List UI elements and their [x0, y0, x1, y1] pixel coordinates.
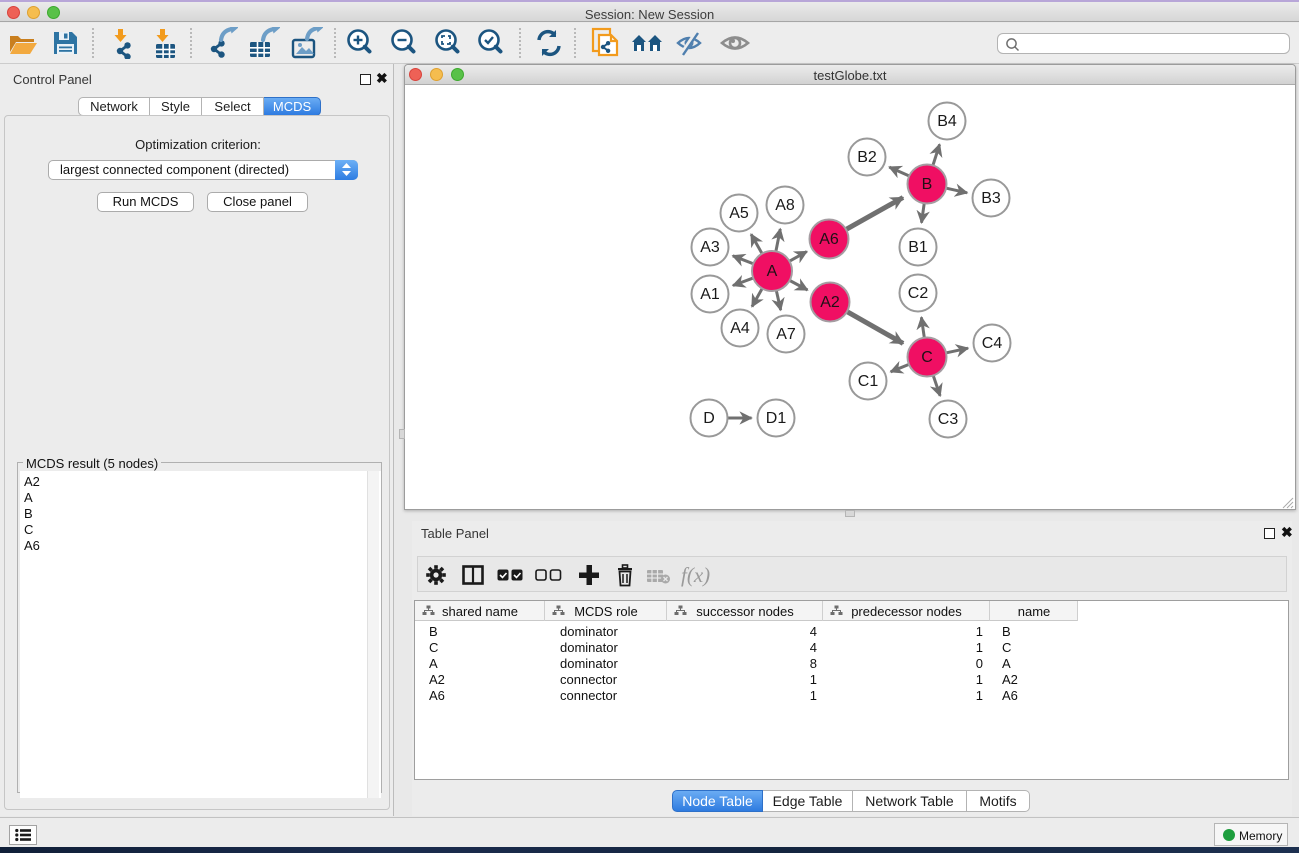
svg-text:A4: A4 [730, 320, 750, 337]
svg-text:B4: B4 [937, 113, 957, 130]
svg-text:B1: B1 [908, 239, 928, 256]
svg-text:B2: B2 [857, 149, 877, 166]
svg-text:C1: C1 [858, 373, 879, 390]
svg-text:A6: A6 [819, 231, 839, 248]
svg-text:A3: A3 [700, 239, 720, 256]
svg-text:C: C [921, 349, 933, 366]
svg-text:D1: D1 [766, 410, 787, 427]
svg-text:A2: A2 [820, 294, 840, 311]
svg-text:A8: A8 [775, 197, 795, 214]
svg-text:A: A [767, 263, 778, 280]
svg-text:D: D [703, 410, 715, 427]
svg-text:C2: C2 [908, 285, 929, 302]
svg-text:B3: B3 [981, 190, 1001, 207]
svg-text:C4: C4 [982, 335, 1003, 352]
svg-text:A1: A1 [700, 286, 720, 303]
svg-text:A7: A7 [776, 326, 796, 343]
svg-text:C3: C3 [938, 411, 959, 428]
svg-text:B: B [922, 176, 933, 193]
svg-text:A5: A5 [729, 205, 749, 222]
